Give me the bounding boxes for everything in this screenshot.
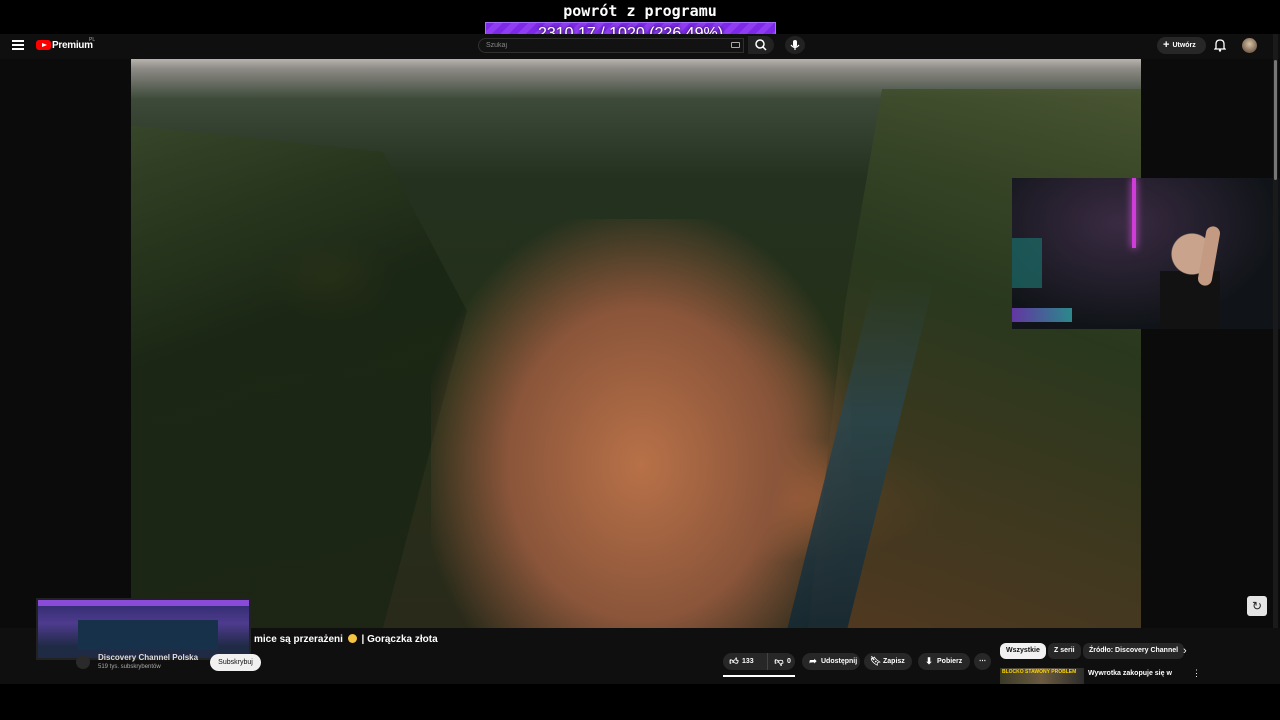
like-button[interactable]: 👍︎ 133 bbox=[723, 653, 767, 670]
voice-search-button[interactable] bbox=[785, 36, 805, 54]
country-code: PL bbox=[89, 37, 96, 43]
create-button[interactable]: + Utwórz bbox=[1157, 37, 1206, 54]
share-label: Udostępnij bbox=[821, 658, 858, 665]
stream-overlay-title: powrót z programu bbox=[563, 2, 717, 20]
more-actions-button[interactable]: ⋯ bbox=[974, 653, 991, 670]
streamer-webcam bbox=[1012, 178, 1280, 329]
video-player[interactable] bbox=[131, 59, 1141, 628]
save-label: Zapisz bbox=[883, 658, 905, 665]
search-icon bbox=[755, 39, 767, 51]
chevron-right-icon[interactable]: › bbox=[1183, 645, 1187, 657]
plus-icon: + bbox=[1163, 39, 1170, 51]
scrollbar-thumb[interactable] bbox=[1274, 60, 1277, 180]
chip-series[interactable]: Z serii bbox=[1048, 643, 1081, 659]
thumbs-up-icon: 👍︎ bbox=[729, 656, 739, 666]
subscribe-button[interactable]: Subskrybuj bbox=[210, 654, 261, 671]
thumbs-down-icon: 👎︎ bbox=[774, 656, 784, 666]
chip-all[interactable]: Wszystkie bbox=[1000, 643, 1046, 659]
video-title-text: mice są przerażeni bbox=[254, 634, 343, 645]
share-icon: ➦ bbox=[809, 656, 817, 666]
save-button[interactable]: 🔖︎ Zapisz bbox=[864, 653, 912, 670]
share-button[interactable]: ➦ Udostępnij bbox=[802, 653, 860, 670]
download-icon: ⬇ bbox=[925, 656, 933, 666]
video-frame-mining-area bbox=[431, 219, 851, 628]
search-button[interactable] bbox=[748, 36, 774, 54]
thumbnail-text: BLOCKO STAWONY PROBLEM bbox=[1002, 669, 1077, 675]
replay-icon[interactable]: ↻ bbox=[1247, 596, 1267, 616]
chip-source[interactable]: Źródło: Discovery Channel bbox=[1083, 643, 1185, 659]
youtube-premium-label[interactable]: Premium bbox=[52, 40, 93, 51]
recommendation-title[interactable]: Wywrotka zakopuje się w bbox=[1088, 669, 1183, 684]
channel-avatar[interactable] bbox=[76, 655, 90, 669]
video-title: mice są przerażeni | Gorączka złota bbox=[254, 634, 438, 645]
dislike-count: 0 bbox=[787, 658, 791, 665]
like-dislike-group: 👍︎ 133 👎︎ 0 bbox=[723, 653, 796, 671]
subscriber-count: 519 tys. subskrybentów bbox=[98, 664, 161, 670]
stream-scene-overlay bbox=[36, 598, 251, 660]
download-label: Pobierz bbox=[937, 658, 963, 665]
more-vert-icon[interactable]: ⋮ bbox=[1192, 668, 1201, 679]
channel-name[interactable]: Discovery Channel Polska bbox=[98, 653, 198, 662]
download-button[interactable]: ⬇ Pobierz bbox=[918, 653, 970, 670]
dislike-button[interactable]: 👎︎ 0 bbox=[767, 653, 796, 671]
hamburger-icon[interactable] bbox=[12, 40, 24, 50]
search-input[interactable] bbox=[486, 39, 686, 51]
recommendation-thumbnail[interactable]: BLOCKO STAWONY PROBLEM bbox=[1000, 668, 1084, 684]
video-title-suffix: | Gorączka złota bbox=[361, 634, 438, 645]
more-dots-icon: ⋯ bbox=[979, 658, 986, 665]
bookmark-icon: 🔖︎ bbox=[870, 656, 882, 666]
like-count: 133 bbox=[742, 658, 754, 665]
create-label: Utwórz bbox=[1172, 42, 1196, 49]
bell-icon[interactable] bbox=[1213, 38, 1227, 52]
youtube-logo-icon[interactable] bbox=[36, 40, 51, 50]
like-indicator bbox=[723, 675, 795, 677]
keyboard-icon[interactable] bbox=[731, 42, 740, 48]
scared-emoji-icon bbox=[347, 634, 357, 643]
user-avatar[interactable] bbox=[1242, 38, 1257, 53]
mic-icon bbox=[790, 40, 800, 50]
screen-bottom-bezel bbox=[0, 684, 1280, 720]
